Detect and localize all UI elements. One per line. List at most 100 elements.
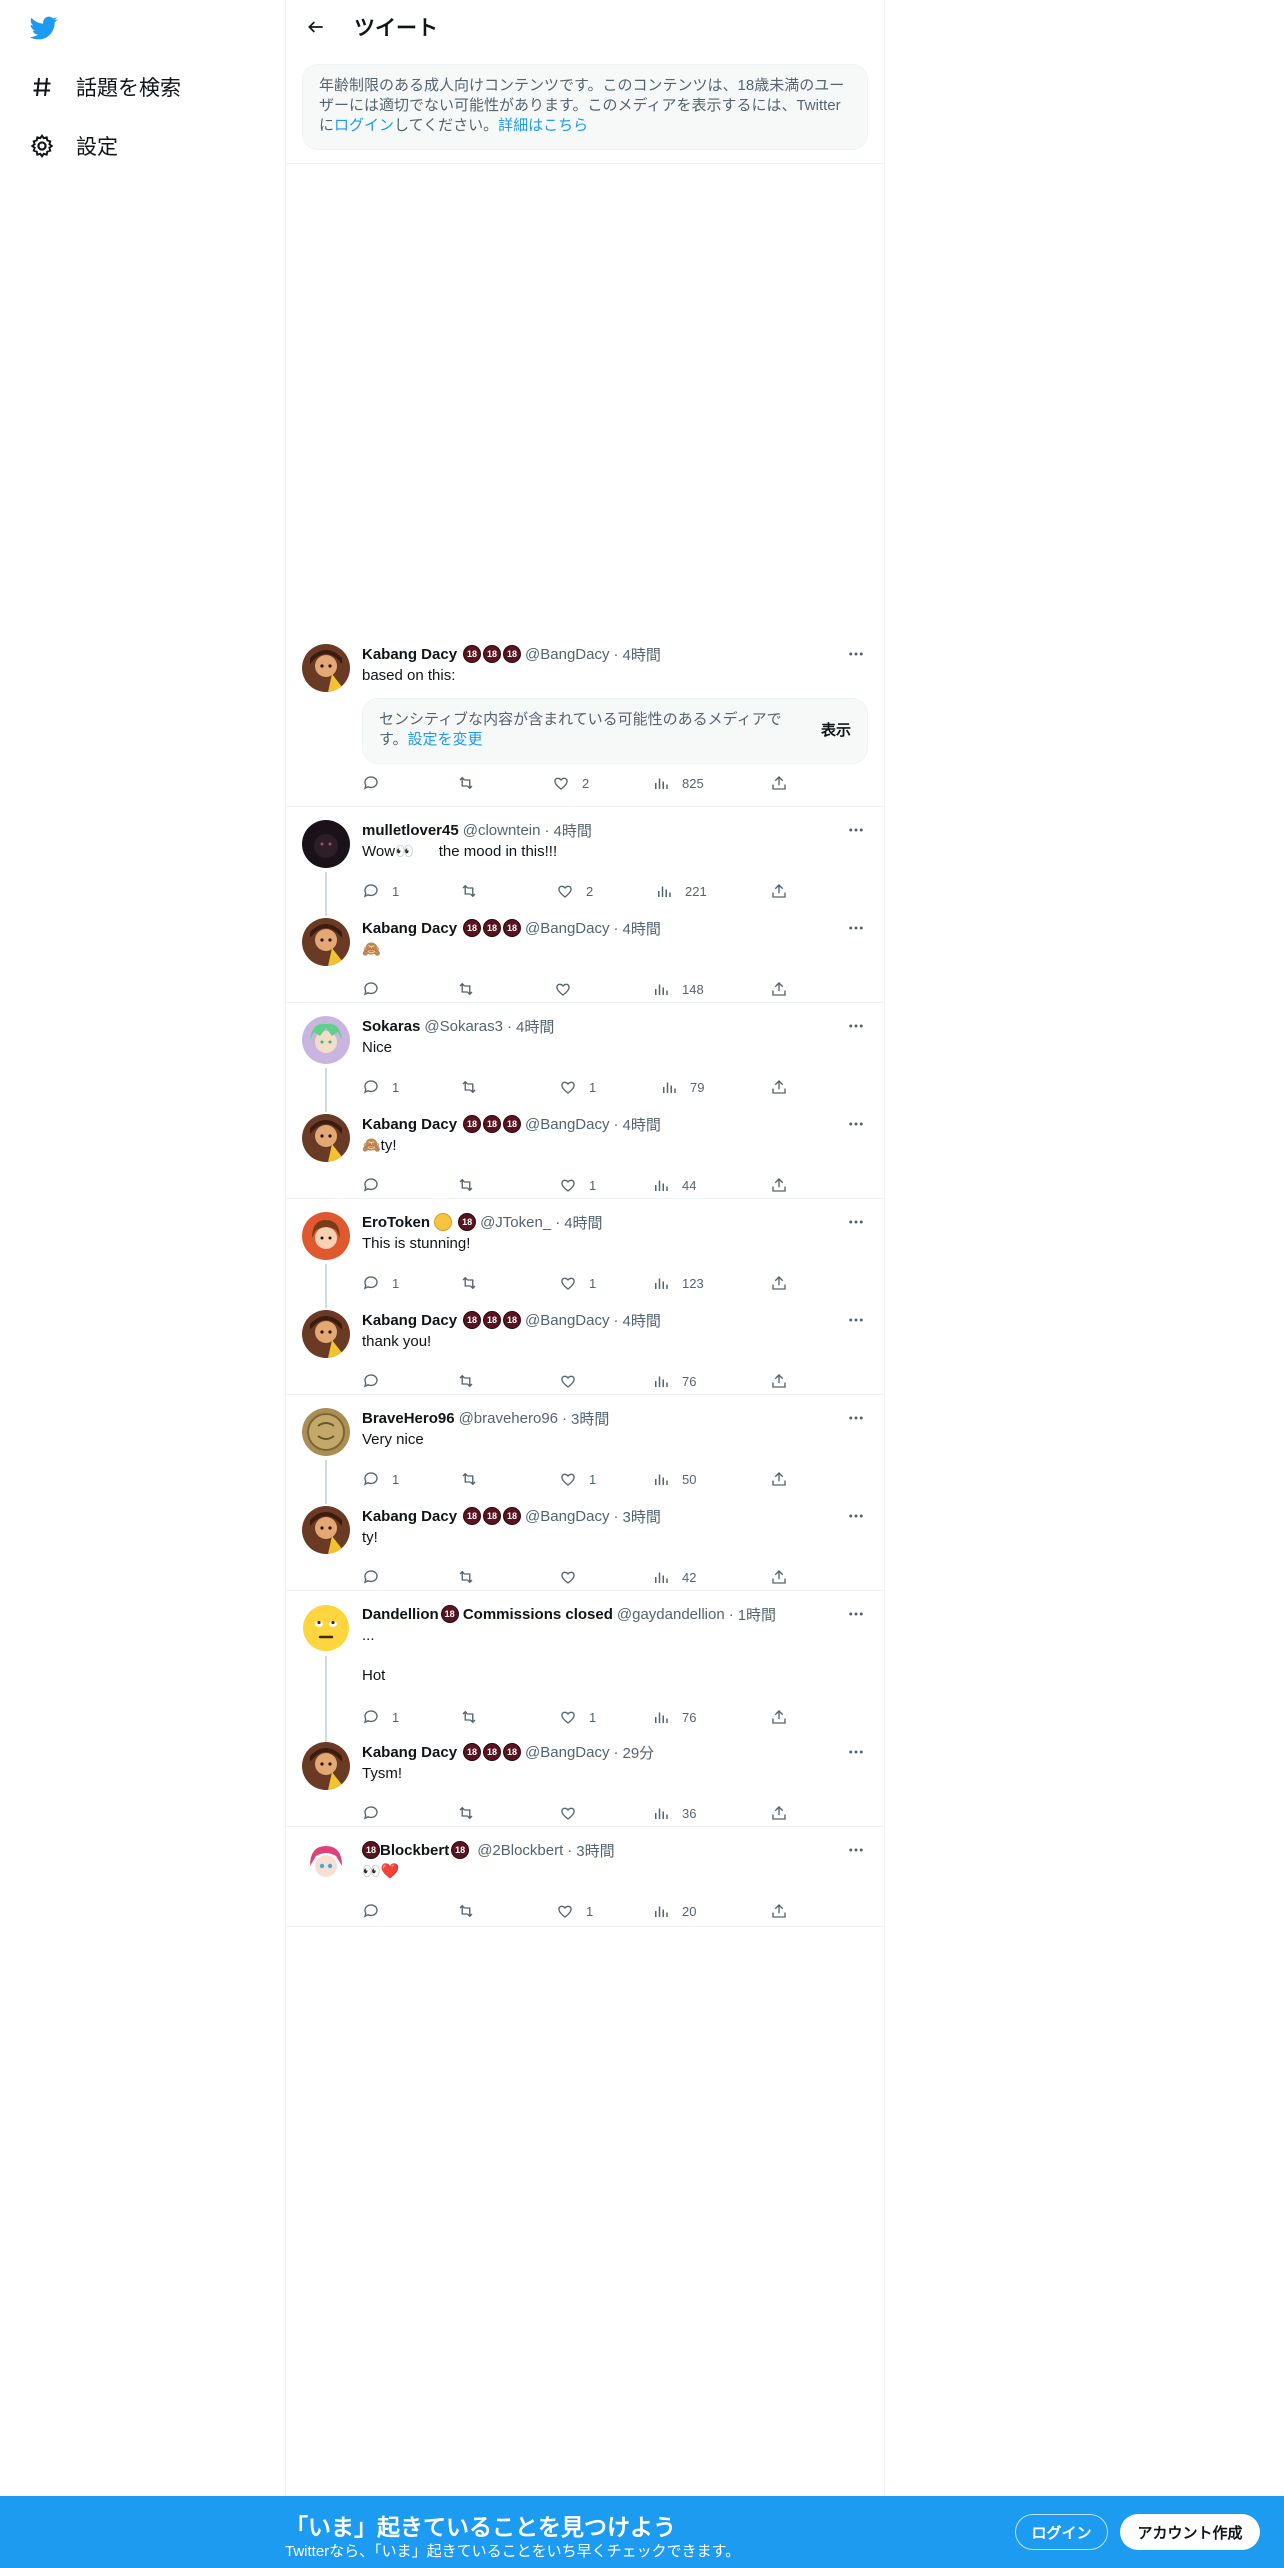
avatar[interactable] — [302, 1506, 350, 1554]
more-options-button[interactable] — [844, 1504, 868, 1528]
login-link[interactable]: ログイン — [334, 117, 394, 134]
retweet-button[interactable] — [460, 1078, 490, 1096]
like-button[interactable]: 1 — [559, 1274, 596, 1292]
display-name[interactable]: Kabang Dacy — [362, 920, 457, 937]
more-options-button[interactable] — [844, 1112, 868, 1136]
more-options-button[interactable] — [844, 1308, 868, 1332]
share-button[interactable] — [770, 882, 788, 900]
views-button[interactable]: 123 — [652, 1274, 704, 1292]
handle[interactable]: @bravehero96 — [459, 1410, 558, 1427]
display-name[interactable]: EroToken — [362, 1214, 430, 1231]
reply-button[interactable]: 1 — [362, 1470, 399, 1488]
tweet[interactable]: Sokaras @Sokaras3 · 4時間 Nice 1 1 79 — [286, 1014, 884, 1112]
share-button[interactable] — [770, 1078, 788, 1096]
share-button[interactable] — [770, 1176, 788, 1194]
handle[interactable]: @BangDacy — [525, 1508, 609, 1525]
display-name[interactable]: Kabang Dacy — [362, 1312, 457, 1329]
more-options-button[interactable] — [844, 1740, 868, 1764]
retweet-button[interactable] — [457, 774, 487, 792]
like-button[interactable]: 2 — [552, 774, 589, 792]
views-button[interactable]: 44 — [652, 1176, 696, 1194]
display-name[interactable]: Kabang Dacy — [362, 1116, 457, 1133]
display-name[interactable]: Kabang Dacy — [362, 646, 457, 663]
retweet-button[interactable] — [460, 1708, 490, 1726]
views-button[interactable]: 50 — [652, 1470, 696, 1488]
reply-button[interactable] — [362, 1372, 392, 1390]
reply-button[interactable]: 1 — [362, 882, 399, 900]
share-button[interactable] — [770, 1804, 788, 1822]
sidebar-item-settings[interactable]: 設定 — [28, 131, 118, 161]
tweet[interactable]: EroToken 18 @JToken_ · 4時間 This is stunn… — [286, 1210, 884, 1308]
display-name[interactable]: Dandellion — [362, 1606, 439, 1623]
views-button[interactable]: 148 — [652, 980, 704, 998]
back-button[interactable] — [296, 7, 336, 47]
like-button[interactable]: 1 — [559, 1176, 596, 1194]
like-button[interactable]: 1 — [556, 1902, 593, 1920]
avatar[interactable] — [302, 820, 350, 868]
avatar[interactable] — [302, 644, 350, 692]
handle[interactable]: @BangDacy — [525, 1312, 609, 1329]
reply-button[interactable]: 1 — [362, 1078, 399, 1096]
avatar[interactable] — [302, 1742, 350, 1790]
timestamp[interactable]: 3時間 — [622, 1506, 660, 1527]
timestamp[interactable]: 4時間 — [622, 1310, 660, 1331]
retweet-button[interactable] — [460, 1470, 490, 1488]
handle[interactable]: @BangDacy — [525, 920, 609, 937]
create-account-button[interactable]: アカウント作成 — [1120, 2514, 1260, 2550]
tweet[interactable]: Kabang Dacy 18 18 18 @BangDacy · 4時間 🙈ty… — [286, 1114, 884, 1194]
share-button[interactable] — [770, 1902, 788, 1920]
more-options-button[interactable] — [844, 1838, 868, 1862]
tweet[interactable]: Kabang Dacy 18 18 18 @BangDacy · 3時間 ty!… — [286, 1506, 884, 1586]
reply-button[interactable] — [362, 1176, 392, 1194]
display-name[interactable]: Blockbert — [380, 1842, 449, 1859]
retweet-button[interactable] — [460, 882, 490, 900]
more-options-button[interactable] — [844, 1014, 868, 1038]
like-button[interactable]: 1 — [559, 1078, 596, 1096]
retweet-button[interactable] — [457, 1568, 487, 1586]
handle[interactable]: @Sokaras3 — [424, 1018, 503, 1035]
handle[interactable]: @BangDacy — [525, 1744, 609, 1761]
like-button[interactable] — [559, 1372, 589, 1390]
display-name[interactable]: Sokaras — [362, 1018, 420, 1035]
display-name[interactable]: Kabang Dacy — [362, 1508, 457, 1525]
more-options-button[interactable] — [844, 916, 868, 940]
tweet[interactable]: Kabang Dacy 18 18 18 @BangDacy · 29分 Tys… — [286, 1742, 884, 1822]
timestamp[interactable]: 4時間 — [564, 1212, 602, 1233]
retweet-button[interactable] — [457, 980, 487, 998]
views-button[interactable]: 76 — [652, 1708, 696, 1726]
avatar[interactable] — [302, 1604, 350, 1652]
tweet[interactable]: Kabang Dacy 18 18 18 @BangDacy · 4時間 🙈 1… — [286, 918, 884, 998]
views-button[interactable]: 221 — [655, 882, 707, 900]
share-button[interactable] — [770, 774, 788, 792]
share-button[interactable] — [770, 1708, 788, 1726]
timestamp[interactable]: 3時間 — [571, 1408, 609, 1429]
handle[interactable]: @2Blockbert — [477, 1842, 563, 1859]
avatar[interactable] — [302, 918, 350, 966]
handle[interactable]: @JToken_ — [480, 1214, 551, 1231]
handle[interactable]: @gaydandellion — [617, 1606, 725, 1623]
retweet-button[interactable] — [460, 1274, 490, 1292]
handle[interactable]: @BangDacy — [525, 646, 609, 663]
learn-more-link[interactable]: 詳細はこちら — [498, 117, 588, 134]
avatar[interactable] — [302, 1310, 350, 1358]
like-button[interactable] — [559, 1568, 589, 1586]
tweet[interactable]: Dandellion 18 Commissions closed @gaydan… — [286, 1604, 884, 1744]
change-settings-link[interactable]: 設定を変更 — [408, 731, 483, 748]
reply-button[interactable]: 1 — [362, 1274, 399, 1292]
timestamp[interactable]: 4時間 — [516, 1016, 554, 1037]
more-options-button[interactable] — [844, 1210, 868, 1234]
tweet[interactable]: Kabang Dacy 18 18 18 @BangDacy · 4時間 bas… — [286, 644, 884, 806]
tweet[interactable]: Kabang Dacy 18 18 18 @BangDacy · 4時間 tha… — [286, 1310, 884, 1390]
reply-button[interactable]: 1 — [362, 1708, 399, 1726]
display-name[interactable]: mulletlover45 — [362, 822, 459, 839]
timestamp[interactable]: 4時間 — [622, 918, 660, 939]
retweet-button[interactable] — [457, 1804, 487, 1822]
reply-button[interactable] — [362, 980, 392, 998]
timestamp[interactable]: 1時間 — [738, 1604, 776, 1625]
more-options-button[interactable] — [844, 642, 868, 666]
more-options-button[interactable] — [844, 1406, 868, 1430]
share-button[interactable] — [770, 980, 788, 998]
reply-button[interactable] — [362, 1804, 392, 1822]
share-button[interactable] — [770, 1274, 788, 1292]
timestamp[interactable]: 3時間 — [576, 1840, 614, 1861]
